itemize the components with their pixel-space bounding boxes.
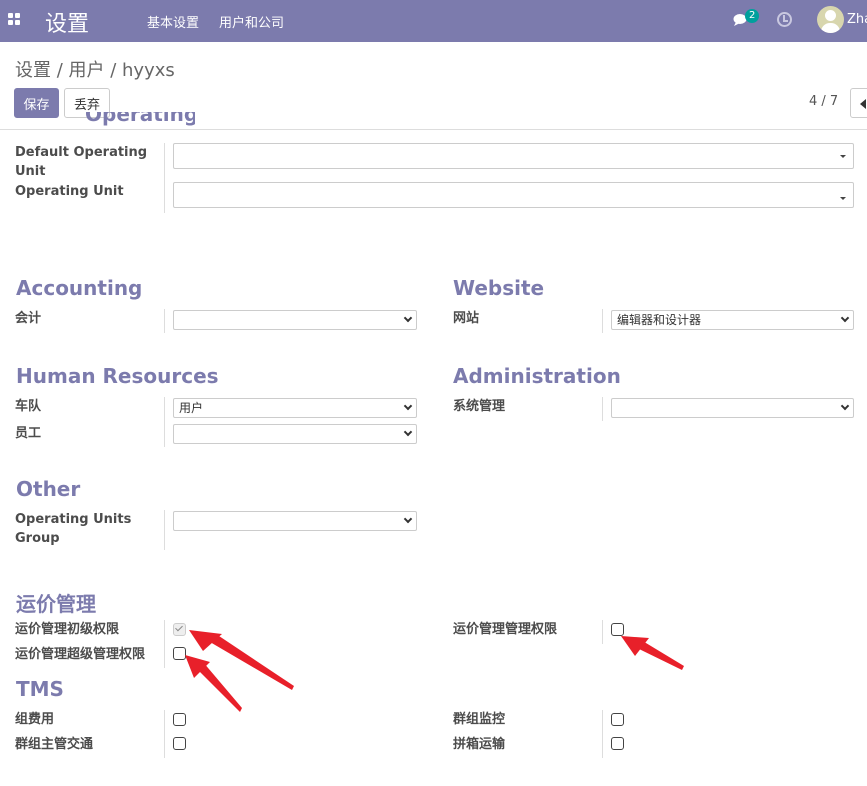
red-arrow-icon (637, 640, 684, 670)
red-arrow-icon (196, 662, 242, 712)
annotation-arrows (185, 630, 684, 712)
red-arrow-icon (210, 634, 294, 690)
